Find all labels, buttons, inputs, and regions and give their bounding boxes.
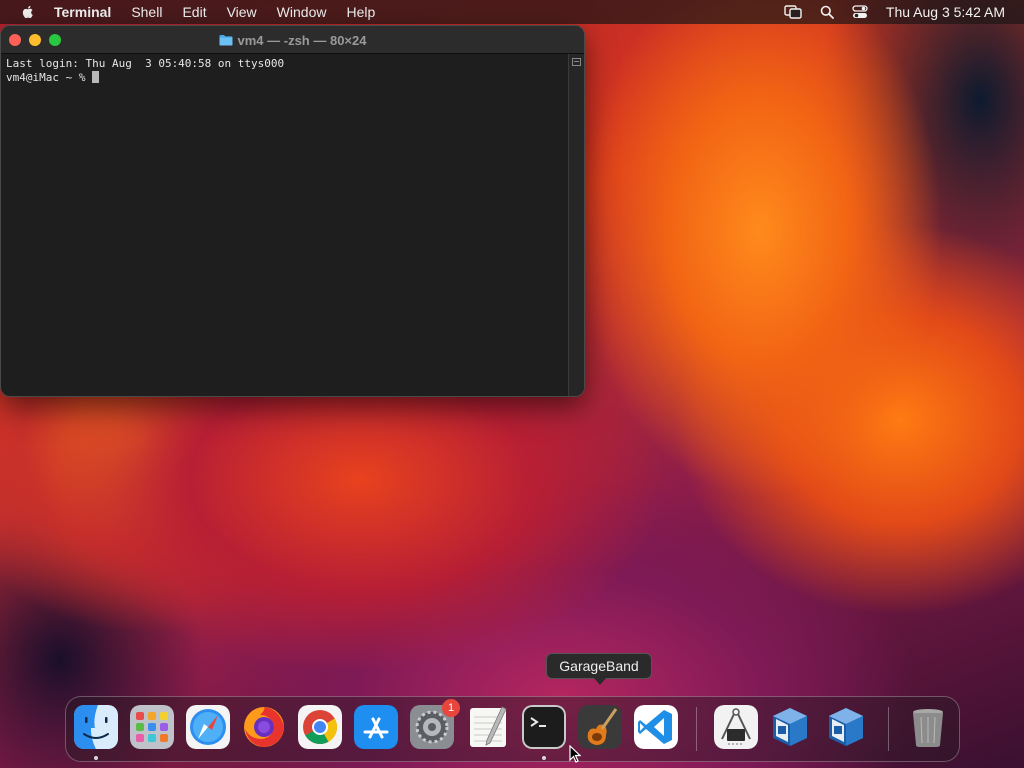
text-cursor — [92, 71, 100, 83]
menu-shell[interactable]: Shell — [131, 4, 162, 20]
notification-badge: 1 — [442, 699, 460, 717]
menu-help[interactable]: Help — [346, 4, 375, 20]
garageband-icon[interactable] — [578, 705, 622, 749]
dock-divider — [888, 707, 889, 751]
running-indicator — [542, 756, 546, 760]
minimize-button[interactable] — [29, 34, 41, 46]
terminal-window: vm4 — -zsh — 80×24 Last login: Thu Aug 3… — [0, 25, 585, 397]
apple-logo-icon[interactable] — [20, 4, 36, 20]
app-store-icon[interactable] — [354, 705, 398, 749]
close-button[interactable] — [9, 34, 21, 46]
virtualbox-icon[interactable] — [824, 705, 868, 749]
menu-app-terminal[interactable]: Terminal — [54, 4, 111, 20]
control-center-icon[interactable] — [852, 5, 868, 19]
safari-icon[interactable] — [186, 705, 230, 749]
split-pane-icon[interactable] — [572, 58, 581, 66]
mouse-pointer-icon — [569, 745, 581, 763]
menu-bar-clock[interactable]: Thu Aug 3 5:42 AM — [886, 4, 1005, 20]
chrome-icon[interactable] — [298, 705, 342, 749]
screen-mirroring-icon[interactable] — [784, 5, 802, 19]
folder-icon — [219, 35, 232, 46]
window-title-text: vm4 — -zsh — 80×24 — [237, 32, 367, 48]
menu-window[interactable]: Window — [277, 4, 327, 20]
window-titlebar[interactable]: vm4 — -zsh — 80×24 — [1, 26, 584, 54]
terminal-text-area[interactable]: Last login: Thu Aug 3 05:40:58 on ttys00… — [1, 54, 568, 396]
terminal-last-login-line: Last login: Thu Aug 3 05:40:58 on ttys00… — [6, 57, 285, 70]
launchpad-icon[interactable] — [130, 705, 174, 749]
menu-edit[interactable]: Edit — [182, 4, 206, 20]
search-icon[interactable] — [820, 5, 834, 19]
running-indicator — [94, 756, 98, 760]
zoom-button[interactable] — [49, 34, 61, 46]
system-information-icon[interactable] — [714, 705, 758, 749]
virtualbox-icon[interactable] — [768, 705, 812, 749]
terminal-scrollbar[interactable] — [568, 54, 584, 396]
terminal-prompt: vm4@iMac ~ % — [6, 71, 93, 84]
textedit-icon[interactable] — [466, 705, 510, 749]
terminal-icon[interactable] — [522, 705, 566, 749]
firefox-icon[interactable] — [242, 705, 286, 749]
dock: 1 — [65, 696, 960, 762]
system-settings-item[interactable]: 1 — [410, 699, 460, 749]
trash-icon[interactable] — [906, 705, 950, 749]
window-title: vm4 — -zsh — 80×24 — [1, 26, 584, 54]
dock-tooltip: GarageBand — [546, 653, 652, 685]
vscode-icon[interactable] — [634, 705, 678, 749]
finder-icon[interactable] — [74, 705, 118, 749]
menu-view[interactable]: View — [227, 4, 257, 20]
dock-divider — [696, 707, 697, 751]
menu-bar: Terminal Shell Edit View Window Help Thu… — [0, 0, 1024, 24]
terminal-prompt-line: vm4@iMac ~ % — [6, 71, 563, 85]
